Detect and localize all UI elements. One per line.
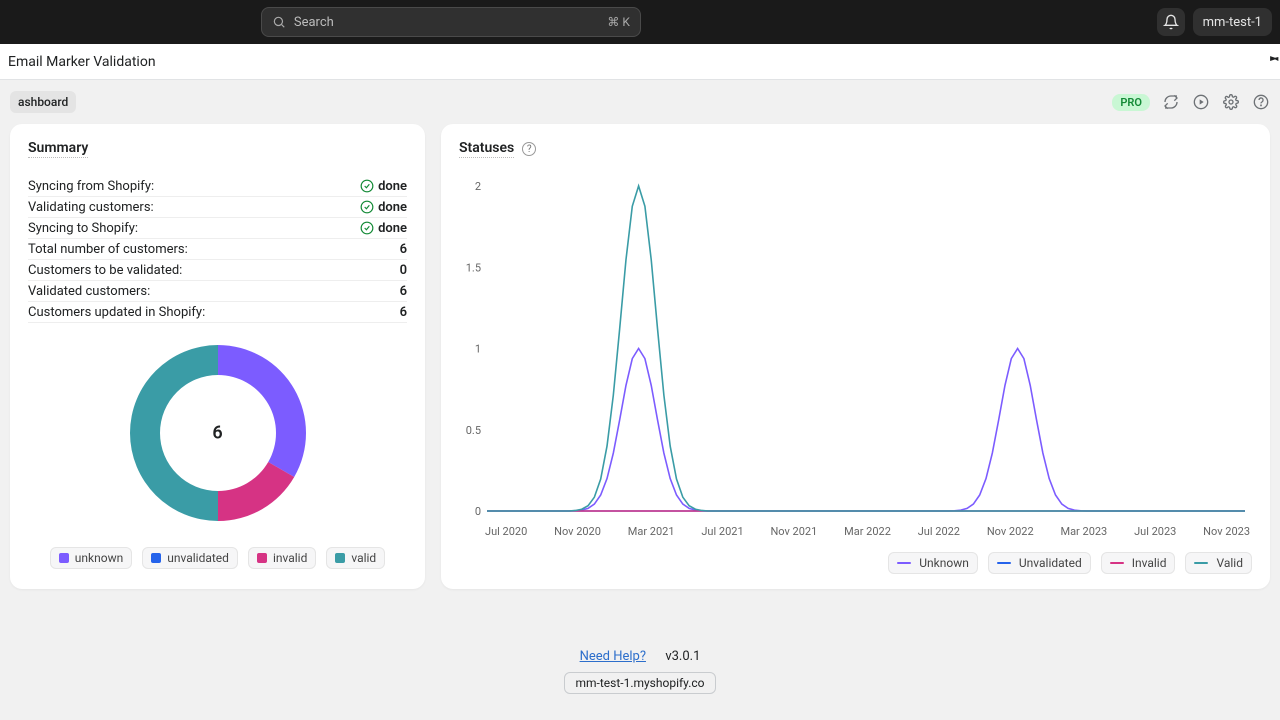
pin-icon: [1266, 52, 1280, 66]
legend-unvalidated[interactable]: unvalidated: [142, 547, 238, 569]
settings-button[interactable]: [1222, 94, 1240, 110]
help-button[interactable]: [1252, 94, 1270, 110]
svg-text:0.5: 0.5: [466, 424, 481, 437]
sync-button[interactable]: [1162, 94, 1180, 110]
legend-valid[interactable]: valid: [326, 547, 385, 569]
pro-badge: PRO: [1112, 94, 1150, 111]
statuses-title: Statuses: [459, 140, 514, 158]
gear-icon: [1223, 94, 1239, 110]
row-sync-to: Syncing to Shopify: done: [28, 218, 407, 239]
refresh-icon: [1163, 94, 1179, 110]
pin-button[interactable]: [1266, 52, 1280, 66]
titlebar: Email Marker Validation: [0, 44, 1280, 80]
summary-card: Summary Syncing from Shopify: done Valid…: [10, 124, 425, 589]
row-total: Total number of customers: 6: [28, 239, 407, 260]
legend-s-unvalidated[interactable]: Unvalidated: [988, 552, 1091, 574]
svg-text:1.5: 1.5: [466, 261, 481, 274]
x-axis-labels: Jul 2020Nov 2020Mar 2021Jul 2021Nov 2021…: [459, 521, 1252, 538]
legend-invalid[interactable]: invalid: [248, 547, 316, 569]
check-circle-icon: [360, 221, 374, 235]
svg-text:0: 0: [475, 505, 481, 518]
subheader: ashboard PRO: [0, 80, 1280, 124]
statuses-help[interactable]: ?: [522, 142, 536, 156]
summary-donut: 6: [28, 343, 407, 523]
topbar: Search ⌘ K mm-test-1: [0, 0, 1280, 44]
row-to-validate: Customers to be validated: 0: [28, 260, 407, 281]
statuses-card: Statuses ? 0 0.5 1 1.5 2 Jul 2020Nov 2020Mar…: [441, 124, 1270, 589]
legend-s-unknown[interactable]: Unknown: [888, 552, 978, 574]
row-sync-from: Syncing from Shopify: done: [28, 176, 407, 197]
summary-title: Summary: [28, 140, 88, 158]
statuses-legend: Unknown Unvalidated Invalid Valid: [459, 552, 1252, 574]
run-button[interactable]: [1192, 94, 1210, 110]
row-validated: Validated customers: 6: [28, 281, 407, 302]
page-title: Email Marker Validation: [8, 54, 156, 70]
check-circle-icon: [360, 179, 374, 193]
row-validating: Validating customers: done: [28, 197, 407, 218]
search-icon: [272, 15, 286, 29]
bell-icon: [1163, 14, 1179, 30]
summary-legend: unknown unvalidated invalid valid: [28, 547, 407, 569]
check-circle-icon: [360, 200, 374, 214]
status-done: done: [360, 179, 407, 194]
store-name: mm-test-1: [1203, 15, 1262, 30]
shop-domain: mm-test-1.myshopify.co: [564, 672, 715, 694]
line-chart-svg: 0 0.5 1 1.5 2: [459, 176, 1249, 521]
row-updated: Customers updated in Shopify: 6: [28, 302, 407, 323]
help-icon: [1253, 94, 1269, 110]
tab-dashboard[interactable]: ashboard: [10, 91, 76, 113]
legend-s-invalid[interactable]: Invalid: [1101, 552, 1176, 574]
statuses-line-chart: 0 0.5 1 1.5 2 Jul 2020Nov 2020Mar 2021Jul 20…: [459, 176, 1252, 538]
legend-s-valid[interactable]: Valid: [1185, 552, 1252, 574]
store-switcher[interactable]: mm-test-1: [1193, 8, 1272, 36]
legend-unknown[interactable]: unknown: [50, 547, 132, 569]
need-help-link[interactable]: Need Help?: [580, 649, 646, 664]
donut-center-value: 6: [212, 423, 222, 444]
search-kbd-hint: ⌘ K: [607, 15, 630, 29]
svg-text:1: 1: [475, 343, 481, 356]
notifications-button[interactable]: [1157, 8, 1185, 36]
svg-text:2: 2: [475, 180, 481, 193]
global-search[interactable]: Search ⌘ K: [261, 7, 641, 37]
footer: Need Help? v3.0.1 mm-test-1.myshopify.co: [0, 649, 1280, 694]
play-circle-icon: [1193, 94, 1209, 110]
version-label: v3.0.1: [665, 649, 700, 664]
search-placeholder: Search: [294, 15, 334, 30]
